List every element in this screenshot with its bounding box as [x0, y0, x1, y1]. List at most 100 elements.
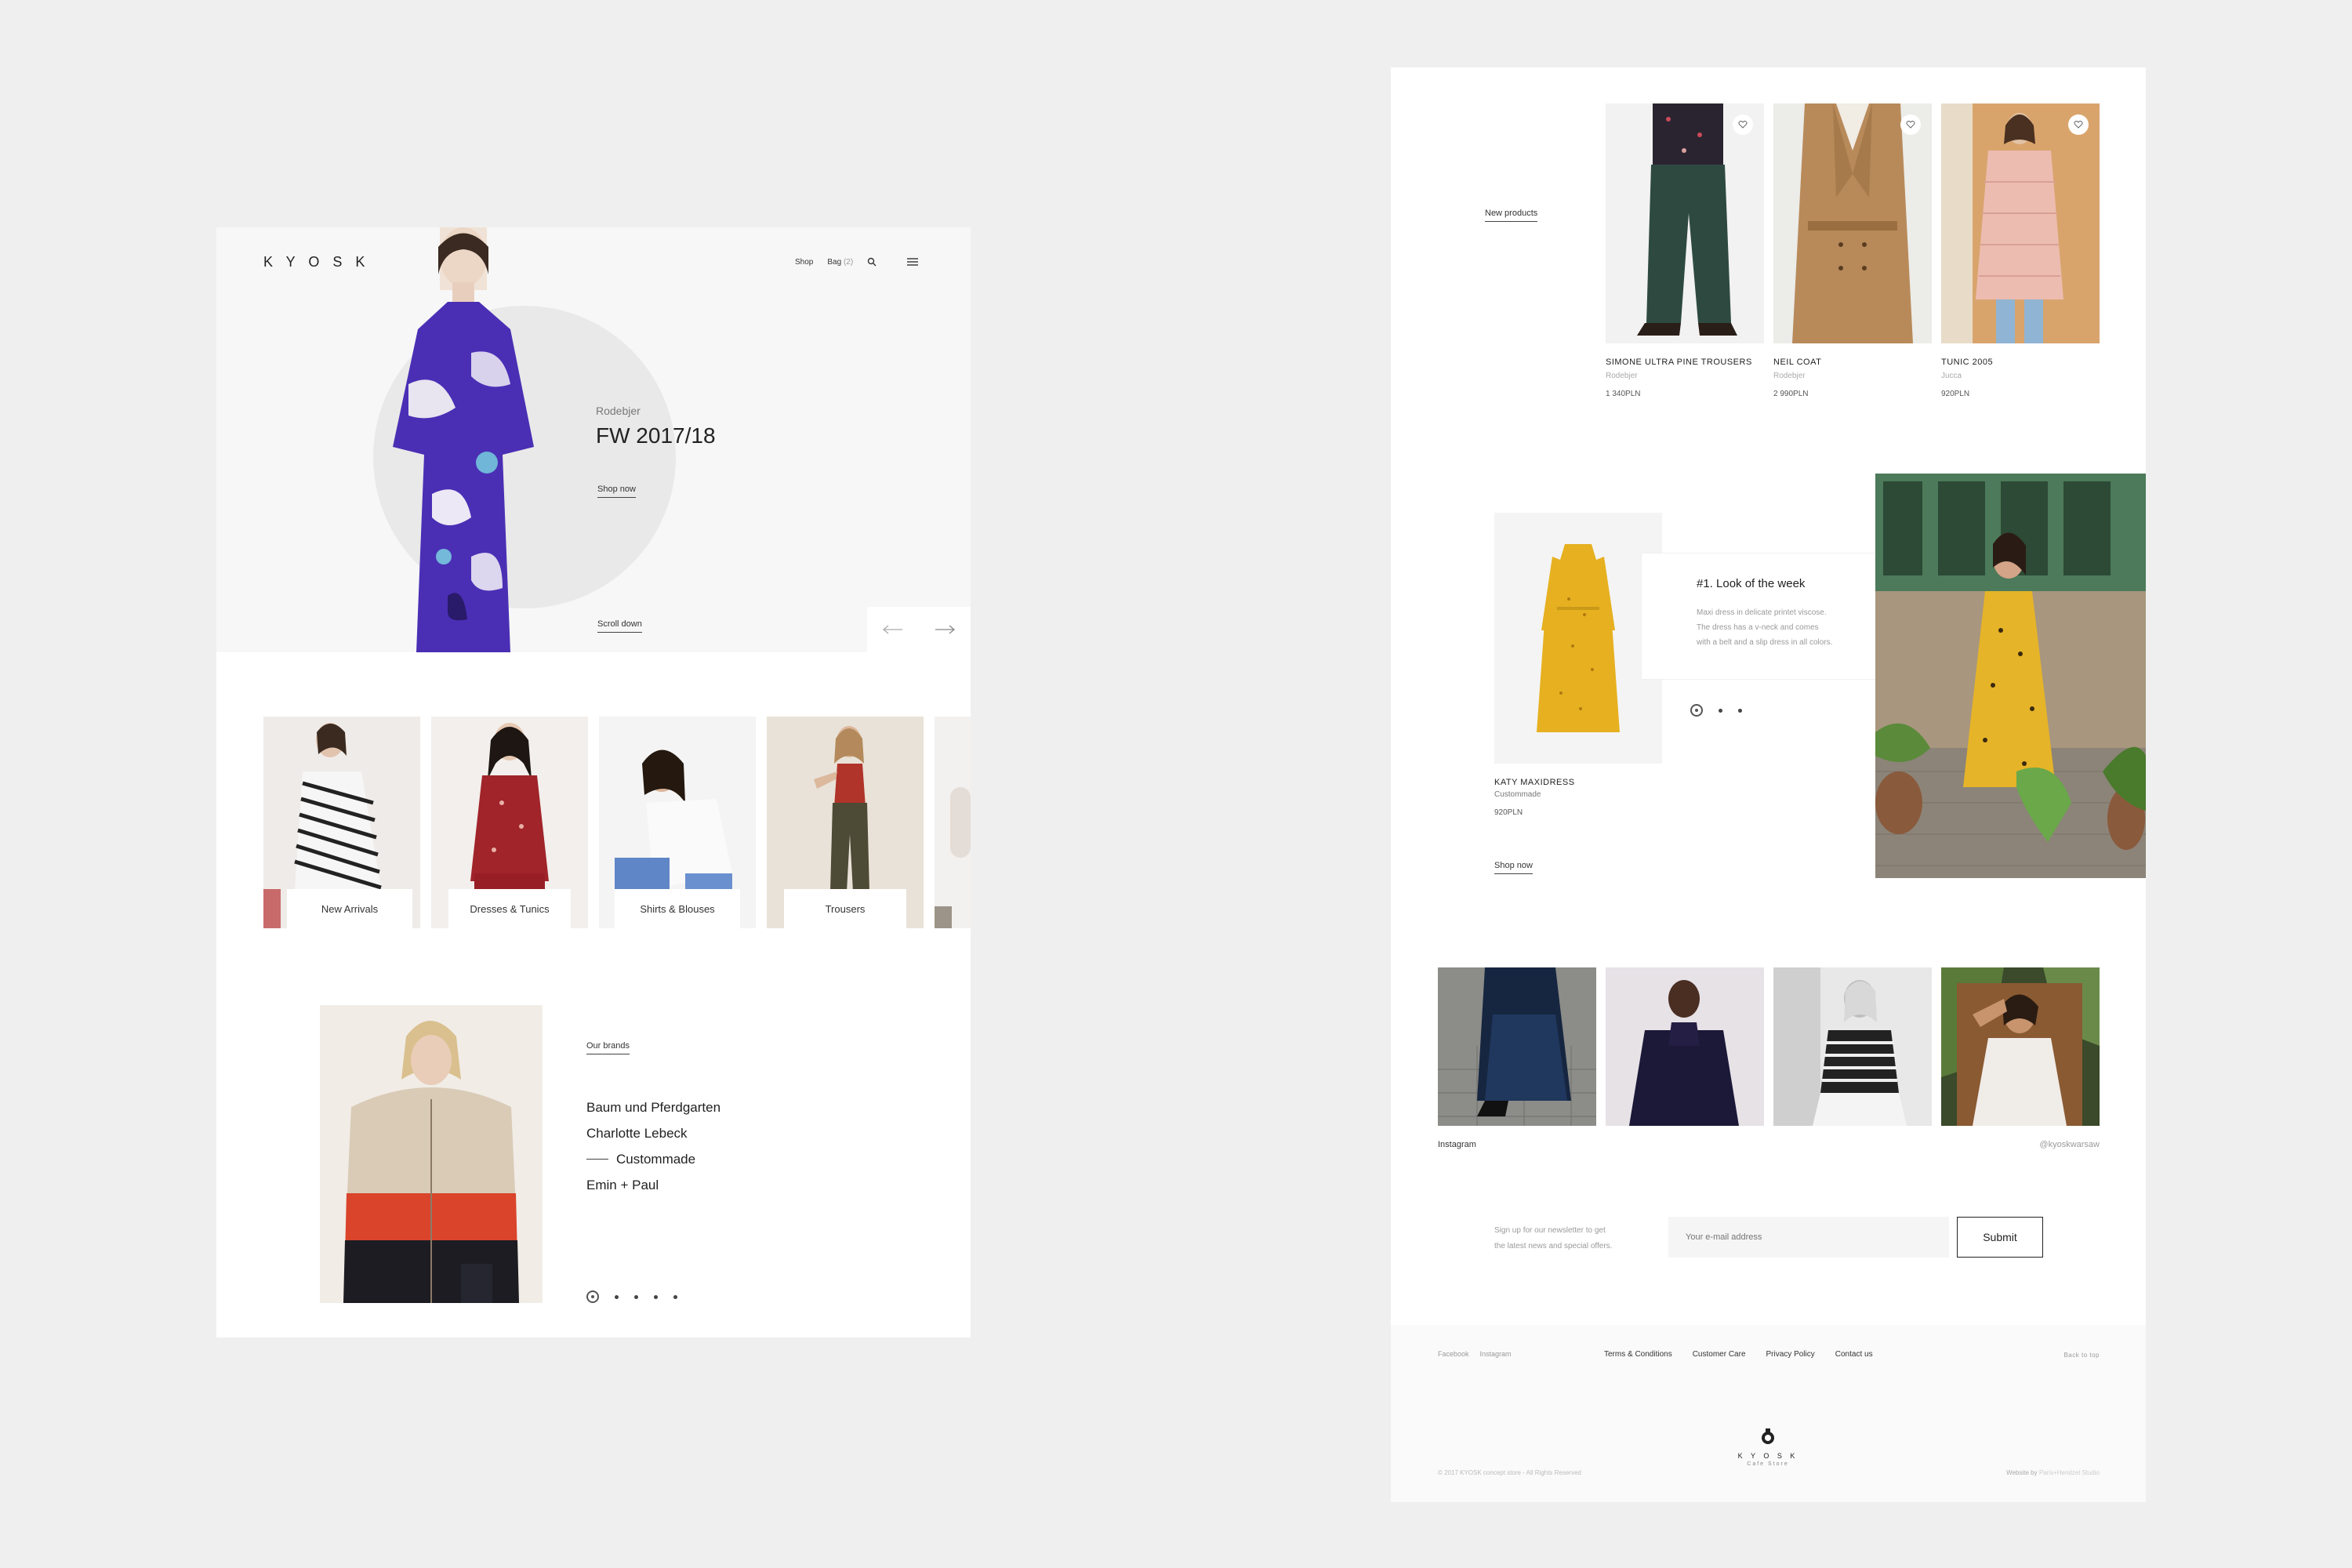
brand-item-label: Custommade: [616, 1152, 696, 1167]
product-price: 920PLN: [1494, 808, 1523, 817]
instagram-link[interactable]: Instagram: [1480, 1350, 1512, 1358]
pagination-dot[interactable]: [634, 1294, 638, 1299]
menu-icon[interactable]: [906, 257, 919, 267]
category-carousel: New Arrivals Dresses & Tunics Shirts & B…: [263, 717, 971, 928]
category-label: Shirts & Blouses: [615, 889, 740, 928]
category-label: Dresses & Tunics: [448, 889, 571, 928]
homepage-panel: K Y O S K Shop Bag (2) Rodebjer FW 2017/…: [216, 227, 971, 1338]
pagination-dot[interactable]: [673, 1294, 677, 1299]
customer-care-link[interactable]: Customer Care: [1693, 1350, 1746, 1359]
new-products-heading: New products: [1485, 209, 1538, 222]
search-icon[interactable]: [867, 257, 877, 267]
nav-bag-label: Bag: [827, 257, 842, 267]
instagram-photo[interactable]: [1773, 967, 1932, 1126]
hero-title: FW 2017/18: [596, 423, 716, 448]
newsletter-text-line: the latest news and special offers.: [1494, 1242, 1613, 1250]
social-links: Facebook Instagram: [1438, 1350, 1512, 1358]
footer-logo-text: K Y O S K: [1737, 1452, 1798, 1460]
product-image[interactable]: [1773, 103, 1932, 343]
product-name[interactable]: TUNIC 2005: [1941, 358, 2098, 367]
pagination-dot[interactable]: [1738, 708, 1742, 713]
brand-item[interactable]: Baum und Pferdgarten: [586, 1094, 720, 1120]
hero-section: K Y O S K Shop Bag (2) Rodebjer FW 2017/…: [216, 227, 971, 652]
product-name[interactable]: SIMONE ULTRA PINE TROUSERS: [1606, 358, 1770, 367]
category-card-partial[interactable]: [935, 717, 971, 928]
arrow-left-icon[interactable]: [882, 625, 904, 634]
contact-link[interactable]: Contact us: [1835, 1350, 1873, 1359]
active-indicator: [586, 1159, 608, 1160]
category-card[interactable]: Shirts & Blouses: [599, 717, 756, 928]
footer-links: Terms & Conditions Customer Care Privacy…: [1604, 1350, 1873, 1359]
look-description-line: The dress has a v-neck and comes: [1697, 623, 1819, 632]
arrow-right-icon[interactable]: [934, 625, 956, 634]
pagination-dot[interactable]: [654, 1294, 658, 1299]
product-price: 920PLN: [1941, 390, 1970, 398]
instagram-photo[interactable]: [1606, 967, 1764, 1126]
look-description-line: with a belt and a slip dress in all colo…: [1697, 638, 1833, 647]
email-input[interactable]: [1668, 1217, 1949, 1258]
brands-image: [320, 1005, 543, 1303]
privacy-policy-link[interactable]: Privacy Policy: [1766, 1350, 1815, 1359]
facebook-link[interactable]: Facebook: [1438, 1350, 1469, 1358]
category-label: New Arrivals: [287, 889, 412, 928]
category-label: Trousers: [784, 889, 906, 928]
product-image[interactable]: [1606, 103, 1764, 343]
brands-heading: Our brands: [586, 1041, 630, 1054]
product-image[interactable]: [1941, 103, 2100, 343]
newsletter-text: Sign up for our newsletter to get the la…: [1494, 1223, 1612, 1254]
brand-item[interactable]: Emin + Paul: [586, 1172, 720, 1198]
product-brand: Jucca: [1941, 372, 1962, 380]
logo-mark-icon: [1762, 1428, 1774, 1444]
instagram-photo[interactable]: [1941, 967, 2100, 1126]
product-name[interactable]: KATY MAXIDRESS: [1494, 778, 1575, 787]
footer: Facebook Instagram Terms & Conditions Cu…: [1391, 1325, 2146, 1502]
category-card[interactable]: Dresses & Tunics: [431, 717, 588, 928]
product-panel: New products SIMONE ULTRA PINE TROUSERS …: [1391, 67, 2146, 1502]
brands-list: Baum und Pferdgarten Charlotte Lebeck Cu…: [586, 1094, 720, 1198]
pagination-dot[interactable]: [615, 1294, 619, 1299]
product-info: SIMONE ULTRA PINE TROUSERS Rodebjer 1 34…: [1606, 358, 1770, 398]
hero-model-image: [393, 227, 534, 652]
category-card[interactable]: New Arrivals: [263, 717, 420, 928]
nav-bag[interactable]: Bag (2): [827, 258, 853, 267]
brand-item-active[interactable]: Custommade: [586, 1146, 720, 1172]
copyright: © 2017 KYOSK concept store - All Rights …: [1438, 1469, 1581, 1476]
product-info: TUNIC 2005 Jucca 920PLN: [1941, 358, 2098, 398]
instagram-photo[interactable]: [1438, 967, 1596, 1126]
look-product-info: KATY MAXIDRESS Custommade 920PLN: [1494, 778, 1575, 817]
logo[interactable]: K Y O S K: [263, 254, 369, 270]
product-brand: Rodebjer: [1773, 372, 1806, 380]
product-price: 2 990PLN: [1773, 390, 1809, 398]
product-name[interactable]: NEIL COAT: [1773, 358, 1930, 367]
heart-icon[interactable]: [1900, 114, 1921, 135]
hero-shop-now-link[interactable]: Shop now: [597, 485, 636, 498]
look-description: Maxi dress in delicate printet viscose. …: [1697, 605, 1832, 650]
hero-carousel-controls: [867, 607, 971, 652]
look-lifestyle-image: [1875, 474, 2146, 878]
pagination-dot-active[interactable]: [586, 1290, 599, 1303]
look-title: #1. Look of the week: [1697, 577, 1806, 590]
brand-item[interactable]: Charlotte Lebeck: [586, 1120, 720, 1146]
back-to-top-link[interactable]: Back to top: [2018, 1352, 2100, 1359]
product-info: NEIL COAT Rodebjer 2 990PLN: [1773, 358, 1930, 398]
look-shop-now-link[interactable]: Shop now: [1494, 861, 1533, 874]
submit-button[interactable]: Submit: [1957, 1217, 2043, 1258]
site-credit: Website by Paris+Hendzel Studio: [1908, 1469, 2100, 1476]
pagination-dot-active[interactable]: [1690, 704, 1703, 717]
heart-icon[interactable]: [2068, 114, 2089, 135]
terms-link[interactable]: Terms & Conditions: [1604, 1350, 1672, 1359]
category-card[interactable]: Trousers: [767, 717, 924, 928]
credit-prefix: Website by: [2006, 1469, 2038, 1476]
instagram-label: Instagram: [1438, 1140, 1476, 1149]
credit-link[interactable]: Paris+Hendzel Studio: [2039, 1469, 2100, 1476]
look-pagination: [1690, 704, 1742, 717]
instagram-handle[interactable]: @kyoskwarsaw: [2015, 1140, 2100, 1149]
scroll-down-link[interactable]: Scroll down: [597, 619, 642, 633]
newsletter-text-line: Sign up for our newsletter to get: [1494, 1226, 1606, 1235]
footer-logo[interactable]: K Y O S K Cafe Store: [1733, 1427, 1803, 1467]
nav-bag-count: (2): [843, 257, 854, 267]
heart-icon[interactable]: [1733, 114, 1753, 135]
nav-shop[interactable]: Shop: [795, 258, 813, 267]
look-product-image[interactable]: [1494, 513, 1662, 764]
pagination-dot[interactable]: [1719, 708, 1722, 713]
